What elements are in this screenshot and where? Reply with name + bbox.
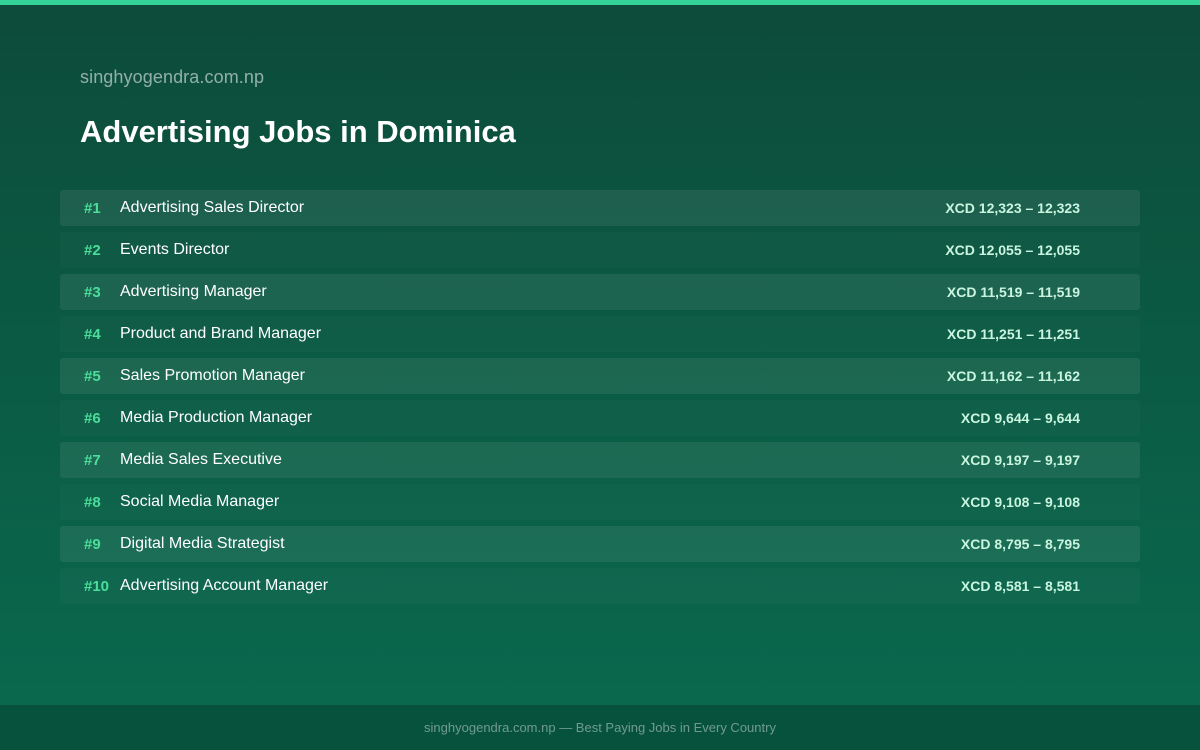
footer-text: singhyogendra.com.np — Best Paying Jobs …: [424, 720, 776, 735]
job-salary: XCD 11,519 – 11,519: [946, 284, 1080, 300]
job-rank: #8: [84, 493, 101, 511]
job-rank: #7: [84, 451, 101, 469]
job-rank: #2: [84, 241, 101, 259]
job-rank: #5: [84, 367, 101, 385]
job-salary: XCD 11,162 – 11,162: [946, 368, 1080, 384]
job-title: Media Production Manager: [120, 409, 313, 426]
job-salary: XCD 11,251 – 11,251: [946, 326, 1080, 342]
job-row: #9 Digital Media Strategist XCD 8,795 – …: [60, 526, 1140, 562]
top-accent-bar: [0, 0, 1200, 5]
job-title: Social Media Manager: [120, 493, 280, 510]
page-title: Advertising Jobs in Dominica: [80, 114, 516, 149]
job-list: #1 Advertising Sales Director XCD 12,323…: [60, 190, 1140, 610]
job-row: #4 Product and Brand Manager XCD 11,251 …: [60, 316, 1140, 352]
job-salary: XCD 9,197 – 9,197: [960, 452, 1080, 468]
job-title: Advertising Manager: [120, 283, 267, 300]
job-row: #3 Advertising Manager XCD 11,519 – 11,5…: [60, 274, 1140, 310]
job-row: #7 Media Sales Executive XCD 9,197 – 9,1…: [60, 442, 1140, 478]
job-row: #2 Events Director XCD 12,055 – 12,055: [60, 232, 1140, 268]
job-row: #8 Social Media Manager XCD 9,108 – 9,10…: [60, 484, 1140, 520]
job-salary: XCD 12,055 – 12,055: [945, 242, 1080, 258]
footer: singhyogendra.com.np — Best Paying Jobs …: [0, 705, 1200, 750]
job-rank: #4: [84, 325, 101, 343]
job-rank: #3: [84, 283, 101, 301]
job-title: Events Director: [120, 241, 230, 258]
job-title: Advertising Sales Director: [120, 199, 305, 216]
job-rank: #1: [84, 199, 101, 217]
job-row: #10 Advertising Account Manager XCD 8,58…: [60, 568, 1140, 604]
site-name: singhyogendra.com.np: [80, 67, 265, 87]
job-row: #1 Advertising Sales Director XCD 12,323…: [60, 190, 1140, 226]
job-row: #6 Media Production Manager XCD 9,644 – …: [60, 400, 1140, 436]
job-row: #5 Sales Promotion Manager XCD 11,162 – …: [60, 358, 1140, 394]
job-title: Media Sales Executive: [120, 451, 282, 468]
job-salary: XCD 9,108 – 9,108: [960, 494, 1080, 510]
job-title: Digital Media Strategist: [120, 535, 285, 552]
job-salary: XCD 8,795 – 8,795: [960, 536, 1080, 552]
job-rank: #10: [84, 577, 110, 595]
job-rank: #6: [84, 409, 101, 427]
job-salary: XCD 12,323 – 12,323: [945, 200, 1080, 216]
job-title: Sales Promotion Manager: [120, 367, 305, 384]
job-title: Product and Brand Manager: [120, 325, 322, 342]
job-salary: XCD 9,644 – 9,644: [960, 410, 1080, 426]
job-salary: XCD 8,581 – 8,581: [960, 578, 1080, 594]
job-rank: #9: [84, 535, 101, 553]
job-title: Advertising Account Manager: [120, 577, 329, 594]
